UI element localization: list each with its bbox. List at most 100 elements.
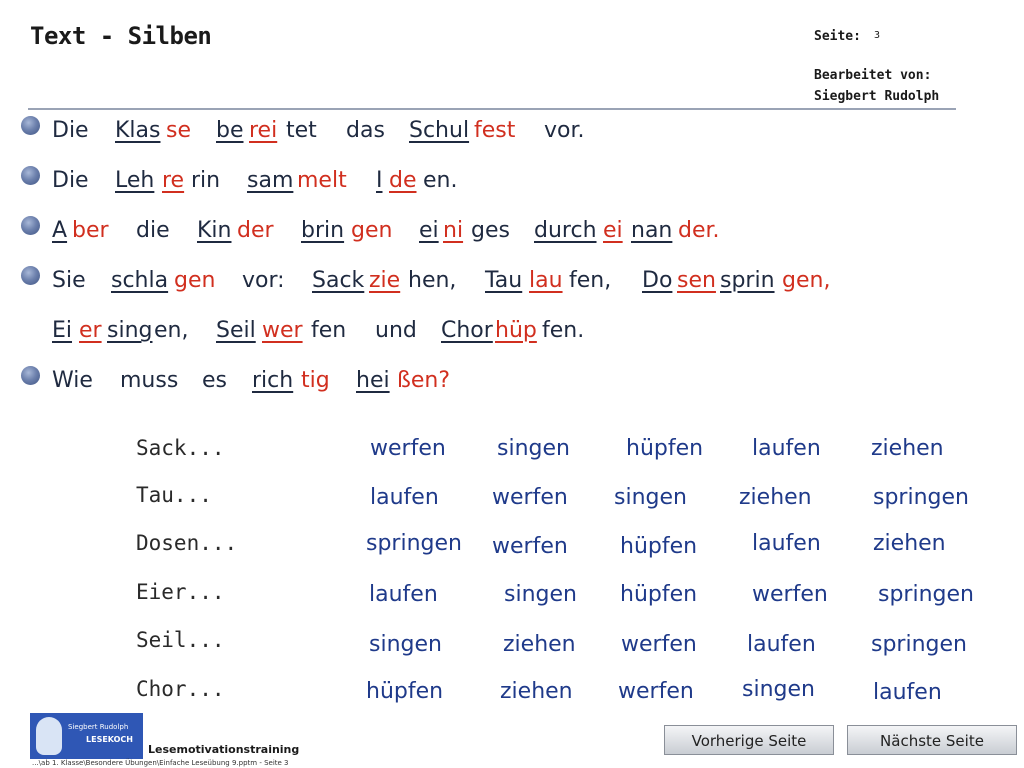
answer-option[interactable]: laufen <box>873 680 942 705</box>
syllable-dark: Leh <box>115 168 155 193</box>
syllable-red: ber <box>72 218 109 243</box>
answer-option[interactable]: springen <box>871 632 967 657</box>
logo-text-author: Siegbert Rudolph <box>68 723 129 731</box>
answer-option[interactable]: ziehen <box>500 679 573 704</box>
syllable-red: ei <box>603 218 623 243</box>
answer-option[interactable]: singen <box>369 632 442 657</box>
answer-option[interactable]: werfen <box>492 485 568 510</box>
syllable-dark: ei <box>419 218 439 243</box>
syllable-dark: Die <box>52 118 89 143</box>
answer-option[interactable]: werfen <box>370 436 446 461</box>
page-number: 3 <box>874 30 881 41</box>
syllable-dark: Klas <box>115 118 161 143</box>
syllable-red: gen <box>174 268 216 293</box>
answer-option[interactable]: laufen <box>747 632 816 657</box>
bullet-dot-2 <box>21 166 40 185</box>
answer-option[interactable]: springen <box>366 531 462 556</box>
syllable-dark: en. <box>423 168 458 193</box>
program-name: Lesemotivationstraining <box>148 743 300 756</box>
syllable-dark: fen <box>311 318 347 343</box>
syllable-dark: es <box>202 368 227 393</box>
syllable-dark: schla <box>111 268 169 293</box>
question-label: Sack... <box>136 436 225 460</box>
syllable-dark: A <box>52 218 68 243</box>
syllable-dark: vor. <box>544 118 585 143</box>
syllable-dark: Do <box>642 268 673 293</box>
lesekoch-logo: Siegbert Rudolph LESEKOCH <box>30 713 143 759</box>
syllable-dark: tet <box>286 118 317 143</box>
answer-option[interactable]: werfen <box>492 534 568 559</box>
syllable-dark: Schul <box>409 118 470 143</box>
syllable-dark: sam <box>247 168 294 193</box>
syllable-red: er <box>79 318 102 343</box>
syllable-dark: hei <box>356 368 390 393</box>
edited-by-label: Bearbeitet von: <box>814 68 932 83</box>
syllable-dark: das <box>346 118 385 143</box>
question-label: Chor... <box>136 677 225 701</box>
answer-option[interactable]: singen <box>742 677 815 702</box>
syllable-dark: rich <box>252 368 294 393</box>
answer-option[interactable]: singen <box>614 485 687 510</box>
logo-text-brand: LESEKOCH <box>86 735 133 744</box>
answer-option[interactable]: werfen <box>621 632 697 657</box>
syllable-red: der <box>237 218 274 243</box>
syllable-dark: sprin <box>720 268 775 293</box>
answer-option[interactable]: hüpfen <box>620 582 697 607</box>
answer-option[interactable]: ziehen <box>739 485 812 510</box>
answer-option[interactable]: hüpfen <box>626 436 703 461</box>
answer-option[interactable]: ziehen <box>871 436 944 461</box>
syllable-dark: sing <box>107 318 153 343</box>
syllable-dark: fen, <box>569 268 612 293</box>
syllable-dark: muss <box>120 368 179 393</box>
syllable-red: gen <box>351 218 393 243</box>
page-label: Seite: <box>814 29 861 44</box>
syllable-dark: rin <box>191 168 221 193</box>
syllable-dark: die <box>136 218 170 243</box>
syllable-red: lau <box>529 268 563 293</box>
syllable-red: ni <box>443 218 464 243</box>
answer-option[interactable]: laufen <box>369 582 438 607</box>
question-label: Seil... <box>136 628 225 652</box>
answer-option[interactable]: ziehen <box>503 632 576 657</box>
answer-option[interactable]: springen <box>878 582 974 607</box>
answer-option[interactable]: laufen <box>752 436 821 461</box>
syllable-dark: hen, <box>408 268 457 293</box>
syllable-dark: fen. <box>542 318 585 343</box>
answer-option[interactable]: hüpfen <box>620 534 697 559</box>
answer-option[interactable]: werfen <box>618 679 694 704</box>
syllable-dark: Sie <box>52 268 86 293</box>
syllable-dark: und <box>375 318 417 343</box>
previous-page-button[interactable]: Vorherige Seite <box>664 725 834 755</box>
bullet-dot-4 <box>21 266 40 285</box>
answer-option[interactable]: werfen <box>752 582 828 607</box>
syllable-dark: en, <box>154 318 189 343</box>
syllable-dark: vor: <box>242 268 285 293</box>
syllable-dark: Tau <box>485 268 523 293</box>
answer-option[interactable]: singen <box>497 436 570 461</box>
header-divider <box>28 108 956 110</box>
syllable-red: sen <box>677 268 716 293</box>
answer-option[interactable]: springen <box>873 485 969 510</box>
answer-option[interactable]: laufen <box>752 531 821 556</box>
syllable-red: rei <box>249 118 278 143</box>
syllable-red: der. <box>678 218 720 243</box>
syllable-dark: nan <box>631 218 673 243</box>
syllable-red: ßen? <box>397 368 451 393</box>
answer-option[interactable]: singen <box>504 582 577 607</box>
answer-option[interactable]: laufen <box>370 485 439 510</box>
syllable-red: fest <box>474 118 516 143</box>
syllable-red: de <box>389 168 417 193</box>
syllable-dark: Kin <box>197 218 232 243</box>
file-path: ...\ab 1. Klasse\Besondere Übungen\Einfa… <box>32 759 289 767</box>
answer-option[interactable]: ziehen <box>873 531 946 556</box>
syllable-dark: Chor <box>441 318 493 343</box>
answer-option[interactable]: hüpfen <box>366 679 443 704</box>
next-page-button[interactable]: Nächste Seite <box>847 725 1017 755</box>
syllable-dark: Ei <box>52 318 73 343</box>
syllable-red: melt <box>297 168 347 193</box>
syllable-dark: Seil <box>216 318 256 343</box>
syllable-dark: durch <box>534 218 597 243</box>
syllable-red: tig <box>301 368 330 393</box>
syllable-dark: I <box>376 168 383 193</box>
syllable-red: zie <box>369 268 401 293</box>
